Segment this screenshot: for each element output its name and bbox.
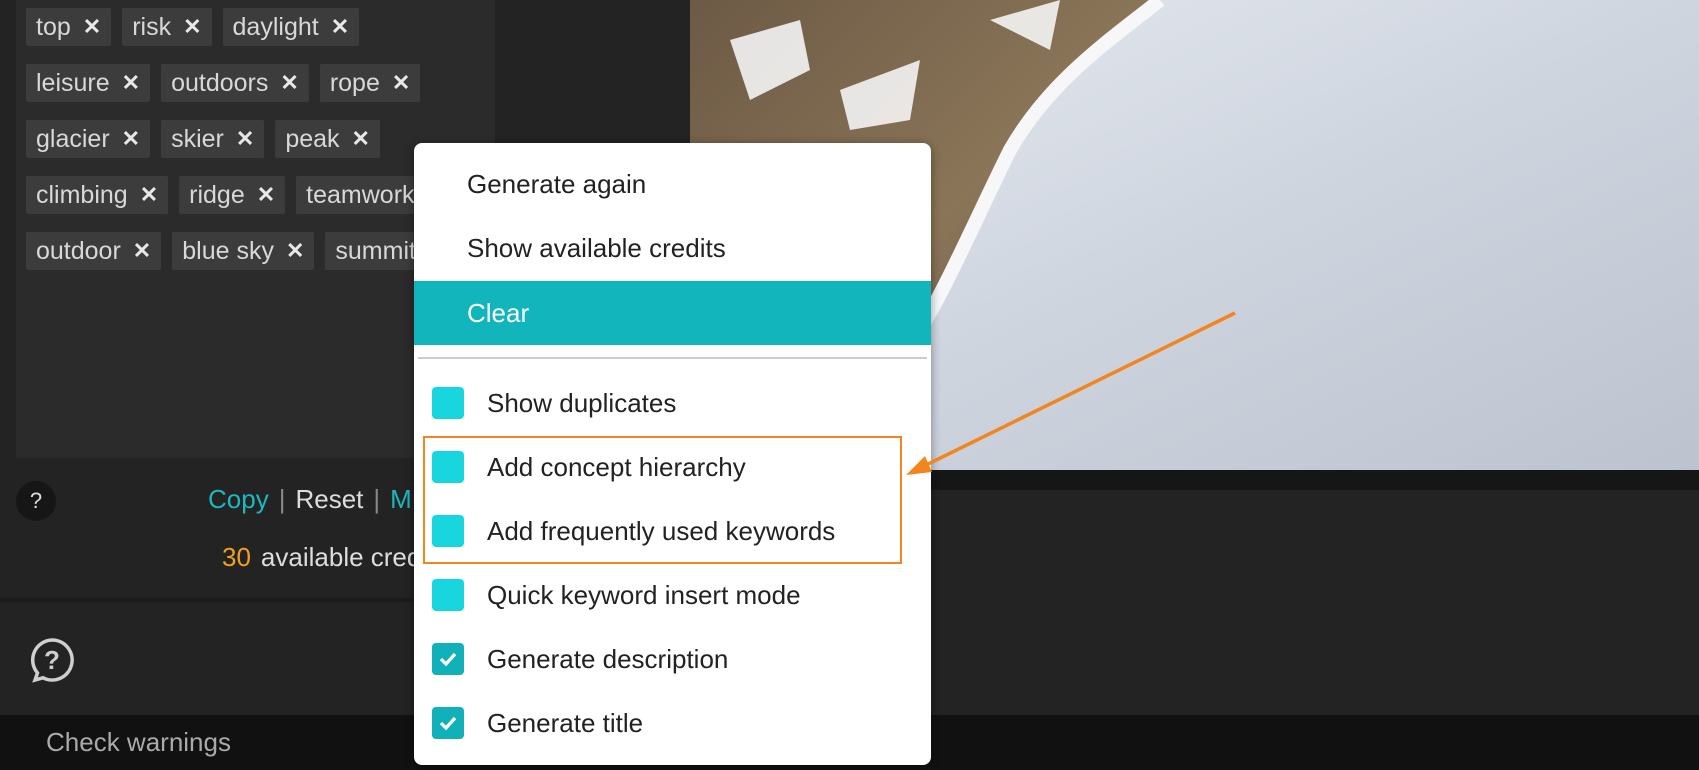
keyword-label: risk bbox=[132, 12, 172, 41]
keyword-label: climbing bbox=[36, 180, 128, 209]
remove-keyword-icon[interactable]: ✕ bbox=[140, 182, 158, 208]
remove-keyword-icon[interactable]: ✕ bbox=[280, 70, 298, 96]
keyword-label: outdoors bbox=[171, 68, 269, 97]
keyword-label: skier bbox=[171, 124, 224, 153]
reset-link[interactable]: Reset bbox=[295, 484, 363, 514]
menu-item-clear[interactable]: Clear bbox=[414, 281, 931, 345]
menu-item-generate-again[interactable]: Generate again bbox=[414, 152, 931, 216]
remove-keyword-icon[interactable]: ✕ bbox=[236, 126, 254, 152]
keyword-label: blue sky bbox=[182, 236, 274, 265]
keyword-tag: outdoor ✕ bbox=[26, 232, 162, 270]
keyword-tag: outdoors ✕ bbox=[161, 64, 309, 102]
option-label: Generate description bbox=[487, 643, 729, 674]
menu-separator bbox=[418, 357, 927, 359]
menu-item-show-credits[interactable]: Show available credits bbox=[414, 216, 931, 280]
remove-keyword-icon[interactable]: ✕ bbox=[257, 182, 275, 208]
more-link[interactable]: M bbox=[390, 484, 412, 514]
checkbox-unchecked-icon[interactable] bbox=[432, 579, 464, 611]
keyword-tag: blue sky ✕ bbox=[172, 232, 315, 270]
remove-keyword-icon[interactable]: ✕ bbox=[331, 14, 349, 40]
remove-keyword-icon[interactable]: ✕ bbox=[352, 126, 370, 152]
remove-keyword-icon[interactable]: ✕ bbox=[122, 126, 140, 152]
checkbox-checked-icon[interactable] bbox=[432, 707, 464, 739]
keyword-label: top bbox=[36, 12, 71, 41]
remove-keyword-icon[interactable]: ✕ bbox=[286, 238, 304, 264]
separator: | bbox=[278, 484, 286, 514]
help-button[interactable]: ? bbox=[16, 481, 56, 521]
keyword-tag: climbing ✕ bbox=[26, 176, 169, 214]
option-label: Quick keyword insert mode bbox=[487, 579, 801, 610]
keyword-label: summit bbox=[335, 236, 416, 265]
remove-keyword-icon[interactable]: ✕ bbox=[122, 70, 140, 96]
keyword-label: teamwork bbox=[306, 180, 415, 209]
menu-option-show-duplicates[interactable]: Show duplicates bbox=[414, 371, 931, 435]
keyword-label: glacier bbox=[36, 124, 110, 153]
keyword-list: top ✕ risk ✕ daylight ✕ leisure ✕ outdoors ✕ rope ✕… bbox=[26, 8, 476, 270]
separator: | bbox=[373, 484, 381, 514]
keyword-label: daylight bbox=[232, 12, 319, 41]
checkbox-checked-icon[interactable] bbox=[432, 643, 464, 675]
keyword-label: leisure bbox=[36, 68, 110, 97]
menu-option-quick-keyword-insert-mode[interactable]: Quick keyword insert mode bbox=[414, 563, 931, 627]
check-warnings-button[interactable]: Check warnings bbox=[46, 727, 231, 758]
actions-row: Copy | Reset | M bbox=[208, 484, 412, 515]
menu-option-generate-title[interactable]: Generate title bbox=[414, 691, 931, 755]
option-label: Show duplicates bbox=[487, 387, 677, 418]
keyword-tag: risk ✕ bbox=[122, 8, 212, 46]
keyword-tag: peak ✕ bbox=[275, 120, 380, 158]
keyword-tag: leisure ✕ bbox=[26, 64, 151, 102]
keyword-tag: glacier ✕ bbox=[26, 120, 151, 158]
keyword-tag: top ✕ bbox=[26, 8, 112, 46]
keyword-label: ridge bbox=[189, 180, 245, 209]
keyword-label: peak bbox=[285, 124, 340, 153]
keyword-label: outdoor bbox=[36, 236, 121, 265]
keyword-tag: skier ✕ bbox=[161, 120, 265, 158]
keyword-tag: rope ✕ bbox=[319, 64, 421, 102]
copy-link[interactable]: Copy bbox=[208, 484, 269, 514]
remove-keyword-icon[interactable]: ✕ bbox=[183, 14, 201, 40]
help-bubble-icon[interactable]: ? bbox=[28, 636, 76, 689]
remove-keyword-icon[interactable]: ✕ bbox=[83, 14, 101, 40]
remove-keyword-icon[interactable]: ✕ bbox=[133, 238, 151, 264]
checkbox-unchecked-icon[interactable] bbox=[432, 387, 464, 419]
menu-option-generate-description[interactable]: Generate description bbox=[414, 627, 931, 691]
keyword-label: rope bbox=[329, 68, 380, 97]
keyword-tag: ridge ✕ bbox=[179, 176, 286, 214]
svg-text:?: ? bbox=[44, 645, 60, 675]
option-label: Generate title bbox=[487, 707, 644, 738]
remove-keyword-icon[interactable]: ✕ bbox=[392, 70, 410, 96]
keyword-tag: daylight ✕ bbox=[222, 8, 360, 46]
credits-count: 30 bbox=[222, 542, 251, 572]
annotation-highlight-box bbox=[423, 436, 902, 564]
